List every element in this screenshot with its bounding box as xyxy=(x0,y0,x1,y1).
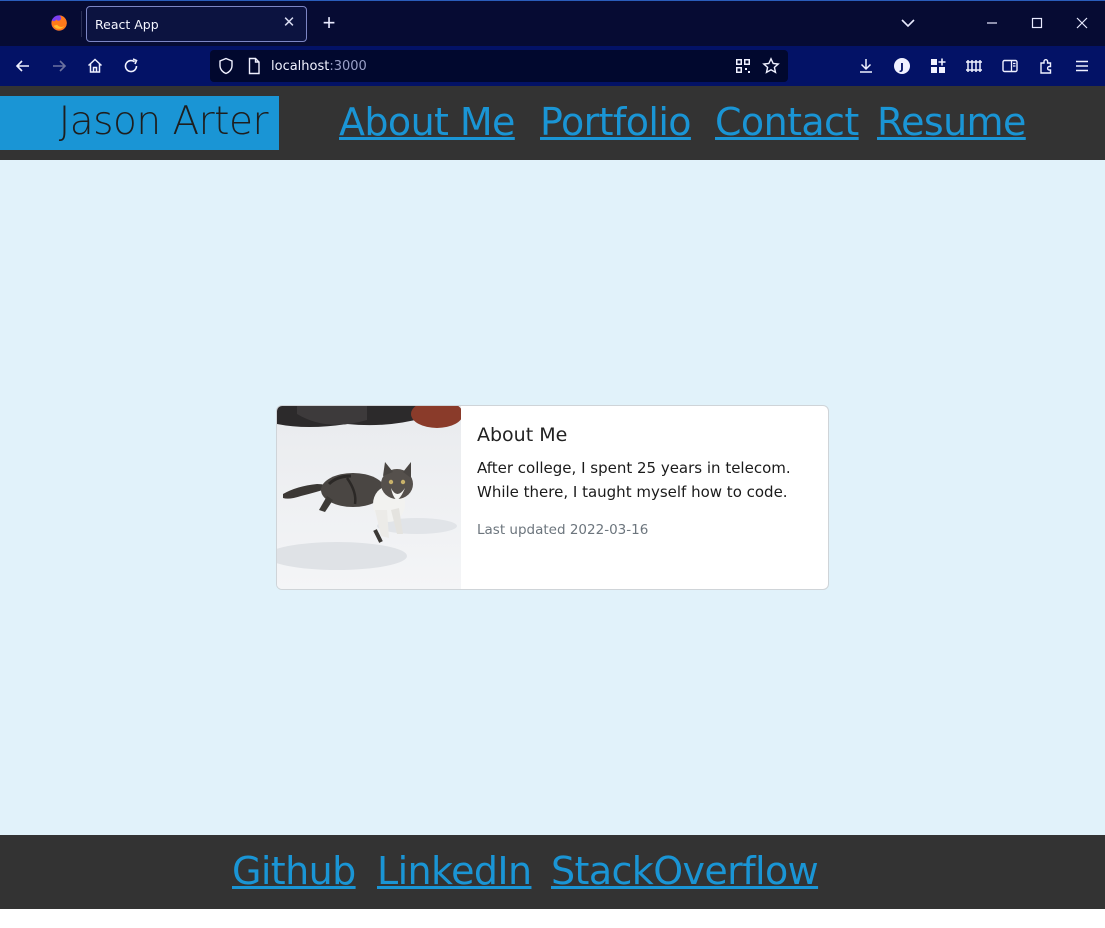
card-title: About Me xyxy=(477,424,568,446)
back-arrow-icon[interactable] xyxy=(13,56,33,76)
shield-icon[interactable] xyxy=(216,56,236,76)
extension-grid-icon[interactable] xyxy=(928,56,948,76)
firefox-icon[interactable] xyxy=(50,14,68,32)
close-window-icon[interactable] xyxy=(1072,13,1092,33)
nav-link-portfolio[interactable]: Portfolio xyxy=(540,98,692,146)
url-port: :3000 xyxy=(329,59,367,74)
footer-link-linkedin[interactable]: LinkedIn xyxy=(377,847,532,895)
account-avatar-icon[interactable]: J xyxy=(892,56,912,76)
page-info-icon[interactable] xyxy=(244,56,264,76)
bookmark-star-icon[interactable] xyxy=(761,56,781,76)
home-icon[interactable] xyxy=(85,56,105,76)
card-body-text: After college, I spent 25 years in telec… xyxy=(477,459,791,501)
about-card: About Me After college, I spent 25 years… xyxy=(276,405,829,590)
address-bar[interactable]: localhost:3000 xyxy=(210,50,788,82)
download-icon[interactable] xyxy=(856,56,876,76)
site-footer: Github LinkedIn StackOverflow xyxy=(0,835,1105,909)
cat-in-snow-photo xyxy=(277,406,461,589)
card-last-updated: Last updated 2022-03-16 xyxy=(477,522,649,538)
tab-separator xyxy=(81,11,82,37)
site-brand-name: Jason Arter xyxy=(0,96,279,150)
tab-title: React App xyxy=(95,17,159,32)
new-tab-icon[interactable]: + xyxy=(318,12,340,35)
app-menu-icon[interactable] xyxy=(1072,56,1092,76)
page-bottom-strip xyxy=(0,909,1105,928)
qr-code-icon[interactable] xyxy=(733,56,753,76)
browser-tab[interactable]: React App ✕ xyxy=(86,6,307,42)
maximize-window-icon[interactable] xyxy=(1027,13,1047,33)
footer-link-github[interactable]: Github xyxy=(232,847,356,895)
site-header: Jason Arter About Me Portfolio Contact R… xyxy=(0,86,1105,160)
nav-link-resume[interactable]: Resume xyxy=(877,98,1026,146)
tab-close-icon[interactable]: ✕ xyxy=(280,14,298,32)
svg-text:J: J xyxy=(899,62,904,73)
browser-tab-bar: React App ✕ + xyxy=(0,0,1105,46)
url-text[interactable]: localhost:3000 xyxy=(271,59,367,74)
list-tabs-chevron-icon[interactable] xyxy=(898,13,918,33)
main-content: About Me After college, I spent 25 years… xyxy=(0,160,1105,835)
browser-nav-bar: localhost:3000 J xyxy=(0,46,1105,86)
extensions-puzzle-icon[interactable] xyxy=(1036,56,1056,76)
minimize-window-icon[interactable] xyxy=(982,13,1002,33)
nav-link-about-me[interactable]: About Me xyxy=(339,98,515,146)
sidebar-toggle-icon[interactable] xyxy=(1000,56,1020,76)
reload-icon[interactable] xyxy=(121,56,141,76)
nav-link-contact[interactable]: Contact xyxy=(715,98,859,146)
forward-arrow-icon[interactable] xyxy=(49,56,69,76)
url-host: localhost xyxy=(271,59,330,74)
ruler-icon[interactable] xyxy=(964,56,984,76)
footer-link-stackoverflow[interactable]: StackOverflow xyxy=(551,847,819,895)
